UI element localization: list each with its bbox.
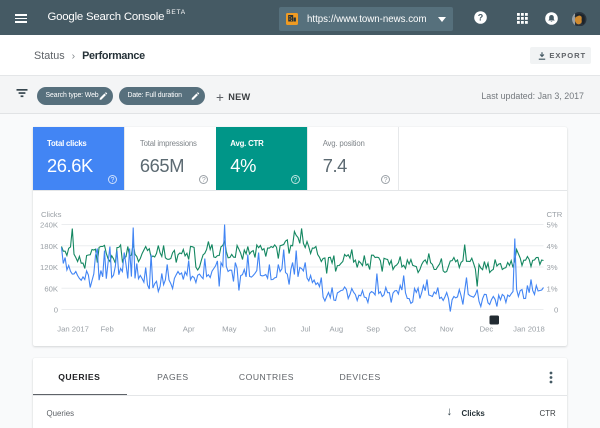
svg-text:3%: 3%: [546, 263, 557, 272]
svg-text:0: 0: [554, 305, 558, 314]
svg-text:4%: 4%: [546, 241, 557, 250]
svg-text:Sep: Sep: [366, 324, 380, 333]
svg-text:Feb: Feb: [100, 324, 113, 333]
svg-text:May: May: [222, 324, 237, 333]
svg-text:1%: 1%: [546, 284, 557, 293]
svg-text:180K: 180K: [40, 241, 59, 250]
svg-text:Jul: Jul: [300, 324, 310, 333]
svg-text:Jan 2017: Jan 2017: [57, 324, 89, 333]
svg-text:Jun: Jun: [263, 324, 275, 333]
svg-text:Dec: Dec: [479, 324, 493, 333]
svg-text:Nov: Nov: [439, 324, 453, 333]
svg-text:CTR: CTR: [546, 210, 562, 219]
svg-text:5%: 5%: [546, 220, 557, 229]
svg-text:Apr: Apr: [182, 324, 194, 333]
svg-text:120K: 120K: [40, 263, 59, 272]
svg-text:Mar: Mar: [142, 324, 156, 333]
svg-text:60K: 60K: [44, 284, 59, 293]
svg-text:?: ?: [478, 13, 484, 23]
svg-text:240K: 240K: [40, 220, 59, 229]
svg-text:Jan 2018: Jan 2018: [513, 324, 545, 333]
svg-text:Clicks: Clicks: [41, 210, 62, 219]
svg-text:0: 0: [53, 305, 57, 314]
svg-text:Aug: Aug: [329, 324, 343, 333]
svg-text:Oct: Oct: [404, 324, 417, 333]
